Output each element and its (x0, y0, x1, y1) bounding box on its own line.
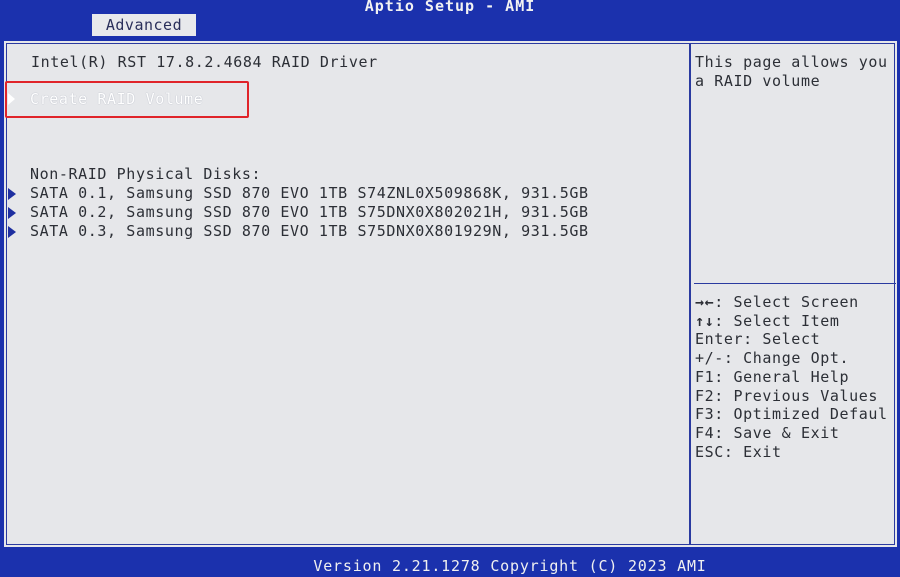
help-description: This page allows you a RAID volume (695, 53, 895, 91)
key-label: F4 (695, 423, 715, 442)
disk-item-sata-0-1[interactable]: SATA 0.1, Samsung SSD 870 EVO 1TB S74ZNL… (8, 184, 678, 203)
submenu-arrow-icon (8, 207, 16, 219)
help-divider (689, 43, 691, 545)
key-desc: : Select (743, 330, 821, 349)
key-label: ESC (695, 442, 724, 461)
key-desc: : Previous Values (714, 386, 878, 405)
key-hint-select-screen: →←: Select Screen (695, 293, 895, 312)
create-raid-volume-item[interactable]: Create RAID Volume (30, 90, 203, 108)
key-desc: : Select Screen (714, 293, 859, 311)
key-desc: : Save & Exit (714, 423, 840, 442)
key-hint-select-item: ↑↓: Select Item (695, 312, 895, 331)
key-label: +/- (695, 349, 724, 368)
main-panel: Intel(R) RST 17.8.2.4684 RAID Driver Cre… (3, 40, 898, 548)
tab-advanced[interactable]: Advanced (92, 14, 196, 36)
key-hint-f2: F2: Previous Values (695, 387, 895, 406)
key-label: F1 (695, 367, 715, 386)
driver-title: Intel(R) RST 17.8.2.4684 RAID Driver (31, 53, 378, 71)
disk-item-sata-0-3[interactable]: SATA 0.3, Samsung SSD 870 EVO 1TB S75DNX… (8, 222, 678, 241)
submenu-arrow-icon (8, 188, 16, 200)
key-label: F2 (695, 386, 715, 405)
key-label: →← (695, 293, 715, 311)
version-text: Version 2.21.1278 Copyright (C) 2023 AMI (313, 557, 707, 575)
key-hint-esc: ESC: Exit (695, 443, 895, 462)
key-label: Enter (695, 330, 744, 349)
key-label: F3 (695, 405, 715, 424)
key-legend: →←: Select Screen ↑↓: Select Item Enter:… (695, 293, 895, 461)
disk-label: SATA 0.2, Samsung SSD 870 EVO 1TB S75DNX… (30, 203, 589, 221)
key-hint-f4: F4: Save & Exit (695, 424, 895, 443)
key-desc: : General Help (714, 367, 850, 386)
key-desc: : Exit (723, 442, 782, 461)
key-hint-f1: F1: General Help (695, 368, 895, 387)
disk-label: SATA 0.1, Samsung SSD 870 EVO 1TB S74ZNL… (30, 184, 589, 202)
key-hint-change-opt: +/-: Change Opt. (695, 349, 895, 368)
disk-label: SATA 0.3, Samsung SSD 870 EVO 1TB S75DNX… (30, 222, 589, 240)
non-raid-disks-label: Non-RAID Physical Disks: (30, 165, 262, 183)
submenu-arrow-icon (8, 226, 16, 238)
bios-screen: Aptio Setup - AMI Advanced Intel(R) RST … (0, 0, 900, 577)
key-desc: : Optimized Defaul (714, 405, 888, 424)
key-hint-f3: F3: Optimized Defaul (695, 405, 895, 424)
key-desc: : Select Item (714, 311, 840, 330)
keys-divider (694, 283, 896, 284)
submenu-arrow-icon (8, 93, 15, 105)
help-line: a RAID volume (695, 72, 821, 90)
key-label: ↑↓ (695, 311, 715, 330)
key-desc: : Change Opt. (723, 349, 850, 368)
help-line: This page allows you (695, 53, 888, 71)
version-footer: Version 2.21.1278 Copyright (C) 2023 AMI (0, 556, 900, 577)
disk-item-sata-0-2[interactable]: SATA 0.2, Samsung SSD 870 EVO 1TB S75DNX… (8, 203, 678, 222)
key-hint-enter: Enter: Select (695, 330, 895, 349)
